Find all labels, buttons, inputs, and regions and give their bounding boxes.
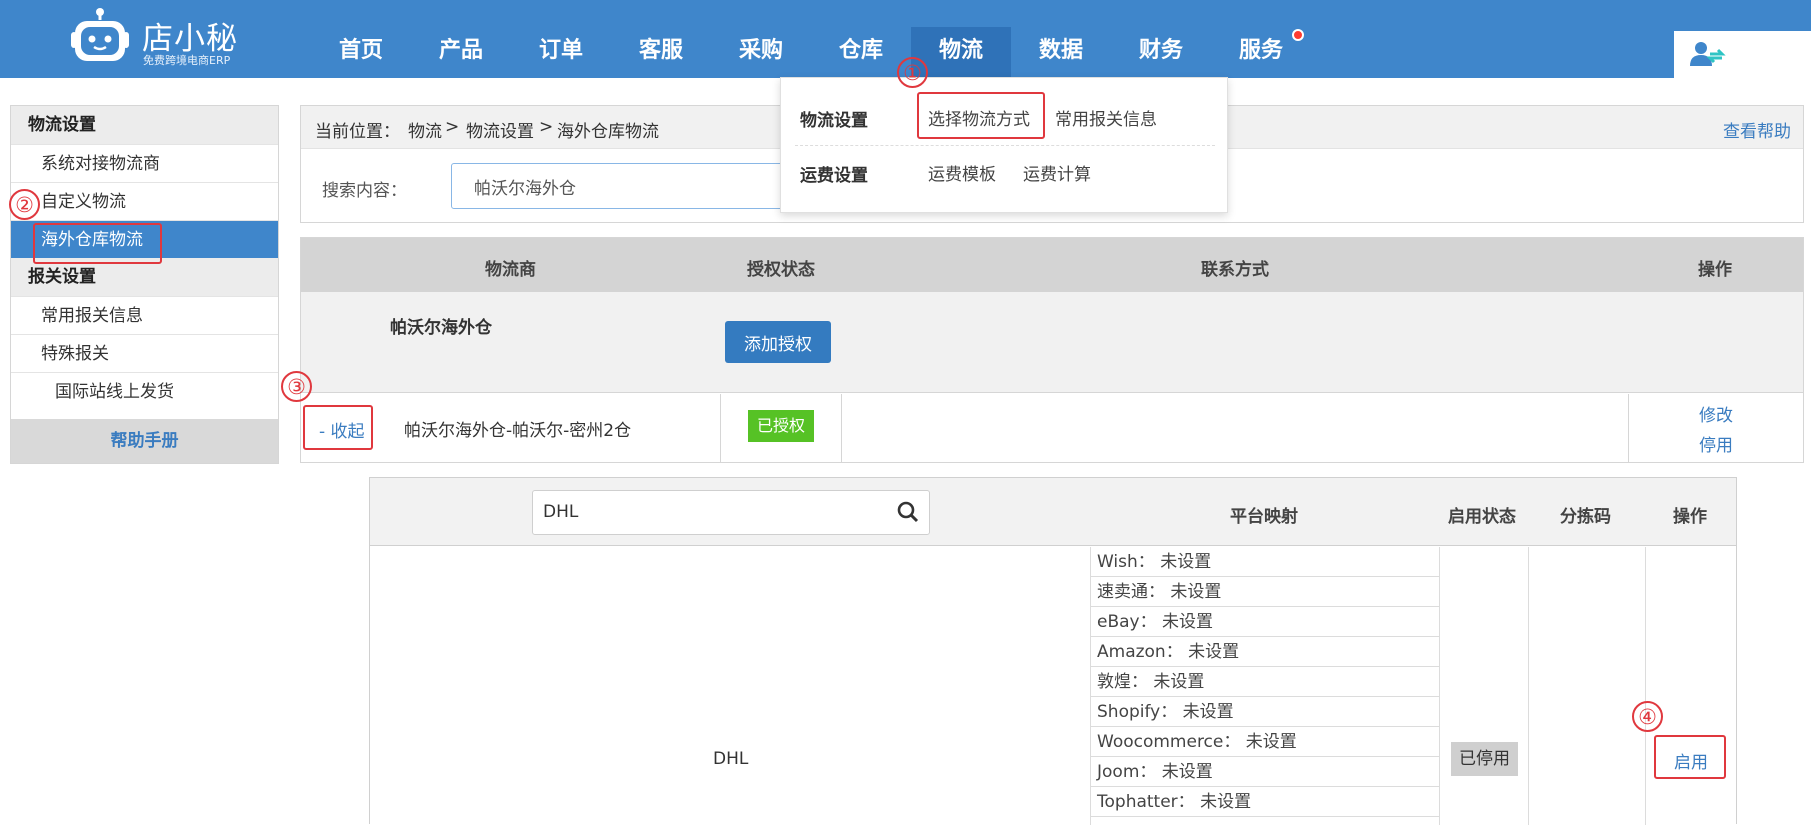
column-divider [1528, 547, 1529, 825]
method-name: DHL [713, 749, 749, 769]
sidebar-item-special-customs[interactable]: 特殊报关 [11, 334, 278, 372]
highlight-box-collapse [303, 405, 373, 450]
column-divider [1628, 394, 1629, 463]
dropdown-divider [795, 145, 1215, 146]
column-header-auth-status: 授权状态 [747, 260, 815, 280]
sidebar-item-custom-logistics[interactable]: 自定义物流 [11, 182, 278, 220]
provider-group-name: 帕沃尔海外仓 [390, 318, 492, 338]
left-sidebar: 物流设置 系统对接物流商 自定义物流 海外仓库物流 报关设置 常用报关信息 特殊… [10, 105, 279, 464]
nav-warehouse[interactable]: 仓库 [811, 27, 911, 78]
method-table-header: DHL 平台映射 启用状态 分拣码 操作 [370, 478, 1736, 546]
sidebar-section-logistics-settings: 物流设置 [11, 106, 278, 144]
help-manual-button[interactable]: 帮助手册 [11, 419, 278, 463]
nav-home[interactable]: 首页 [311, 27, 411, 78]
step-marker-1: ① [897, 57, 928, 88]
mapping-row: eBay： 未设置 [1091, 607, 1439, 637]
column-header-provider: 物流商 [485, 260, 536, 280]
step-marker-4: ④ [1632, 701, 1663, 732]
column-divider [720, 394, 721, 463]
method-search-value: DHL [543, 502, 579, 522]
user-menu[interactable] [1674, 31, 1811, 78]
nav-data[interactable]: 数据 [1011, 27, 1111, 78]
nav-customer-service[interactable]: 客服 [611, 27, 711, 78]
column-divider [1645, 547, 1646, 825]
search-label: 搜索内容： [322, 181, 407, 201]
platform-mapping-list: Wish： 未设置 速卖通： 未设置 eBay： 未设置 Amazon： 未设置… [1090, 547, 1440, 825]
edit-link[interactable]: 修改 [1699, 401, 1733, 426]
nav-purchasing[interactable]: 采购 [711, 27, 811, 78]
column-header-enable-status: 启用状态 [1448, 507, 1516, 527]
notification-dot [1292, 29, 1304, 41]
robot-logo-icon[interactable] [70, 8, 130, 66]
dropdown-group-freight-settings: 运费设置 [800, 166, 868, 186]
sidebar-item-customs-info[interactable]: 常用报关信息 [11, 296, 278, 334]
sidebar-item-system-carriers[interactable]: 系统对接物流商 [11, 144, 278, 182]
breadcrumb-logistics[interactable]: 物流 [408, 117, 442, 142]
method-search-box[interactable]: DHL [532, 490, 930, 535]
mapping-row: Tophatter： 未设置 [1091, 787, 1439, 817]
column-divider [841, 394, 842, 463]
step-marker-3: ③ [281, 371, 312, 402]
view-help-link[interactable]: 查看帮助 [1723, 117, 1791, 142]
column-header-platform-mapping: 平台映射 [1230, 507, 1298, 527]
breadcrumb-logistics-settings[interactable]: 物流设置 [466, 117, 534, 142]
column-header-actions: 操作 [1698, 260, 1732, 280]
column-header-contact: 联系方式 [1201, 260, 1269, 280]
provider-group-row: 帕沃尔海外仓 [301, 292, 1803, 393]
authorized-badge: 已授权 [748, 410, 814, 442]
mapping-row: Shopify： 未设置 [1091, 697, 1439, 727]
logistics-provider-table: 物流商 授权状态 联系方式 操作 帕沃尔海外仓 添加授权 - 收起 帕沃尔海外仓… [300, 237, 1804, 463]
mapping-row: Woocommerce： 未设置 [1091, 727, 1439, 757]
sidebar-item-intl-online-shipping[interactable]: 国际站线上发货 [11, 372, 278, 410]
breadcrumb-separator: > [539, 117, 554, 137]
disabled-status-badge: 已停用 [1451, 742, 1518, 776]
user-icon [1690, 42, 1726, 66]
column-header-method-actions: 操作 [1673, 507, 1707, 527]
dropdown-link-customs-info[interactable]: 常用报关信息 [1055, 105, 1157, 130]
highlight-box-select-shipping [917, 92, 1045, 139]
add-authorization-button[interactable]: 添加授权 [725, 321, 831, 363]
nav-products[interactable]: 产品 [411, 27, 511, 78]
highlight-box-overseas-warehouse [33, 223, 162, 264]
nav-orders[interactable]: 订单 [511, 27, 611, 78]
search-icon[interactable] [897, 501, 919, 523]
column-header-sort-code: 分拣码 [1560, 507, 1611, 527]
dropdown-link-freight-template[interactable]: 运费模板 [928, 160, 996, 185]
disable-link[interactable]: 停用 [1699, 431, 1733, 456]
step-marker-2: ② [9, 189, 40, 220]
logo-subtitle: 免费跨境电商ERP [143, 54, 231, 67]
breadcrumb-current: 海外仓库物流 [557, 122, 659, 142]
breadcrumb-prefix: 当前位置： [315, 122, 400, 142]
breadcrumb-separator: > [445, 117, 460, 137]
account-name: 帕沃尔海外仓-帕沃尔-密州2仓 [404, 421, 632, 441]
highlight-box-enable [1654, 735, 1726, 779]
mapping-row: 速卖通： 未设置 [1091, 577, 1439, 607]
mapping-row: Joom： 未设置 [1091, 757, 1439, 787]
shipping-method-table: DHL 平台映射 启用状态 分拣码 操作 DHL Wish： 未设置 速卖通： … [369, 477, 1737, 825]
nav-finance[interactable]: 财务 [1111, 27, 1211, 78]
mapping-row: Amazon： 未设置 [1091, 637, 1439, 667]
dropdown-link-freight-calculator[interactable]: 运费计算 [1023, 160, 1091, 185]
mapping-row: Wish： 未设置 [1091, 547, 1439, 577]
dropdown-group-logistics-settings: 物流设置 [800, 111, 868, 131]
mapping-row: 敦煌： 未设置 [1091, 667, 1439, 697]
table-header: 物流商 授权状态 联系方式 操作 [301, 238, 1803, 292]
